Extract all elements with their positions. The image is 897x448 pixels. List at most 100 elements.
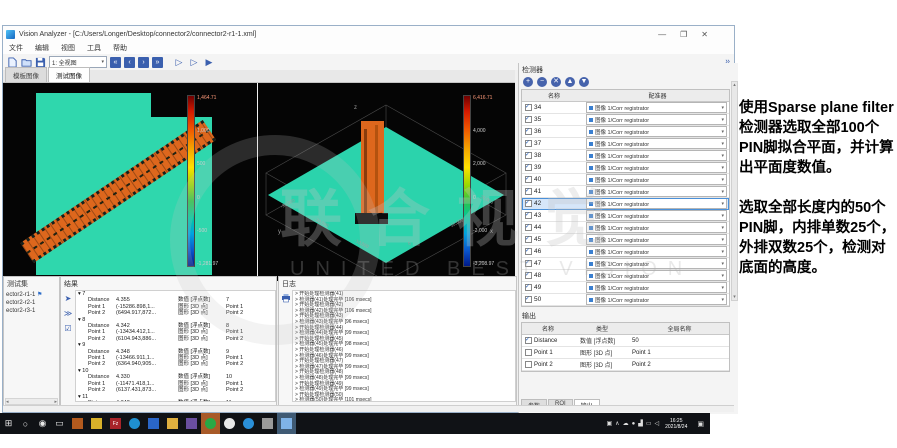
detector-checkbox[interactable] bbox=[525, 188, 532, 195]
run-all-icon[interactable]: ≫ bbox=[64, 309, 72, 318]
menu-item[interactable]: 视图 bbox=[55, 43, 81, 53]
tray-icon[interactable]: ∧ bbox=[615, 420, 619, 427]
taskbar-system-button[interactable]: ◉ bbox=[34, 413, 51, 434]
taskbar-app-button[interactable] bbox=[125, 413, 144, 434]
close-button[interactable]: ✕ bbox=[701, 30, 708, 39]
detector-checkbox[interactable] bbox=[525, 284, 532, 291]
registrator-select[interactable]: 图像 1/Corr registrator ▾ bbox=[586, 258, 727, 269]
tray-icon[interactable]: ▭ bbox=[646, 420, 652, 427]
taskbar-app-button[interactable] bbox=[163, 413, 182, 434]
detector-checkbox[interactable] bbox=[525, 224, 532, 231]
run-button[interactable]: ▷ bbox=[173, 56, 185, 68]
registrator-select[interactable]: 图像 1/Corr registrator ▾ bbox=[586, 234, 727, 245]
taskbar-system-button[interactable]: ▭ bbox=[51, 413, 68, 434]
detector-row[interactable]: 45 图像 1/Corr registrator ▾ bbox=[522, 234, 729, 246]
run-button[interactable]: ▶ bbox=[203, 56, 215, 68]
detector-row[interactable]: 34 图像 1/Corr registrator ▾ bbox=[522, 102, 729, 114]
detector-row[interactable]: 49 图像 1/Corr registrator ▾ bbox=[522, 282, 729, 294]
testset-item[interactable]: ector2-r1-1 ⚑ bbox=[4, 290, 59, 299]
registrator-select[interactable]: 图像 1/Corr registrator ▾ bbox=[586, 114, 727, 125]
detector-row[interactable]: 43 图像 1/Corr registrator ▾ bbox=[522, 210, 729, 222]
registrator-select[interactable]: 图像 1/Corr registrator ▾ bbox=[586, 270, 727, 281]
taskbar-app-button[interactable] bbox=[68, 413, 87, 434]
run-test-icon[interactable]: ➤ bbox=[65, 294, 72, 303]
detector-row[interactable]: 50 图像 1/Corr registrator ▾ bbox=[522, 294, 729, 306]
detector-row[interactable]: 42 图像 1/Corr registrator ▾ bbox=[522, 198, 729, 210]
output-row[interactable]: Point 1 图形 [3D 点] Point 1 bbox=[522, 347, 729, 359]
output-checkbox[interactable] bbox=[525, 361, 532, 368]
tray-icon[interactable]: ▣ bbox=[607, 420, 613, 427]
taskbar-system-button[interactable]: ○ bbox=[17, 413, 34, 434]
run-button[interactable]: ▷ bbox=[188, 56, 200, 68]
registrator-select[interactable]: 图像 1/Corr registrator ▾ bbox=[586, 162, 727, 173]
nav-image-button[interactable]: « bbox=[110, 57, 121, 68]
detector-checkbox[interactable] bbox=[525, 200, 532, 207]
new-file-icon[interactable] bbox=[7, 57, 18, 68]
registrator-select[interactable]: 图像 1/Corr registrator ▾ bbox=[586, 294, 727, 305]
taskbar-app-button[interactable]: Fz bbox=[106, 413, 125, 434]
tray-icon[interactable]: ▟ bbox=[638, 420, 643, 427]
open-folder-icon[interactable] bbox=[21, 57, 32, 68]
detector-checkbox[interactable] bbox=[525, 212, 532, 219]
detector-checkbox[interactable] bbox=[525, 236, 532, 243]
detector-checkbox[interactable] bbox=[525, 104, 532, 111]
menu-item[interactable]: 帮助 bbox=[107, 43, 133, 53]
tray-icon[interactable]: ● bbox=[632, 421, 636, 427]
detector-checkbox[interactable] bbox=[525, 128, 532, 135]
menu-item[interactable]: 编辑 bbox=[29, 43, 55, 53]
menu-item[interactable]: 工具 bbox=[81, 43, 107, 53]
result-line[interactable]: Distance 4.342 数值 [浮点数] 11 bbox=[76, 400, 275, 402]
detector-row[interactable]: 44 图像 1/Corr registrator ▾ bbox=[522, 222, 729, 234]
output-checkbox[interactable] bbox=[525, 349, 532, 356]
detector-row[interactable]: 48 图像 1/Corr registrator ▾ bbox=[522, 270, 729, 282]
viewport-top-view[interactable]: 1,464.71 1,000 500 0 -500 -1,281.97 bbox=[3, 83, 257, 281]
detector-row[interactable]: 39 图像 1/Corr registrator ▾ bbox=[522, 162, 729, 174]
registrator-select[interactable]: 图像 1/Corr registrator ▾ bbox=[586, 198, 727, 209]
registrator-select[interactable]: 图像 1/Corr registrator ▾ bbox=[586, 102, 727, 113]
detector-checkbox[interactable] bbox=[525, 260, 532, 267]
detector-row[interactable]: 47 图像 1/Corr registrator ▾ bbox=[522, 258, 729, 270]
notification-center-button[interactable]: ▣ bbox=[693, 420, 708, 428]
detector-checkbox[interactable] bbox=[525, 176, 532, 183]
maximize-button[interactable]: ❐ bbox=[680, 30, 687, 39]
detector-row[interactable]: 35 图像 1/Corr registrator ▾ bbox=[522, 114, 729, 126]
output-row[interactable]: Point 2 图形 [3D 点] Point 2 bbox=[522, 359, 729, 371]
detector-toolbar-button[interactable]: ▲ bbox=[565, 77, 575, 87]
testset-item[interactable]: ector2-r2-1 ⚑ bbox=[4, 299, 59, 307]
registrator-select[interactable]: 图像 1/Corr registrator ▾ bbox=[586, 126, 727, 137]
registrator-select[interactable]: 图像 1/Corr registrator ▾ bbox=[586, 210, 727, 221]
taskbar-app-button[interactable] bbox=[182, 413, 201, 434]
nav-image-button[interactable]: » bbox=[152, 57, 163, 68]
image-tab[interactable]: 模板图像 bbox=[5, 67, 47, 82]
nav-image-button[interactable]: › bbox=[138, 57, 149, 68]
testset-hscrollbar[interactable]: ◂▸ bbox=[5, 398, 58, 405]
registrator-select[interactable]: 图像 1/Corr registrator ▾ bbox=[586, 186, 727, 197]
registrator-select[interactable]: 图像 1/Corr registrator ▾ bbox=[586, 138, 727, 149]
detector-row[interactable]: 46 图像 1/Corr registrator ▾ bbox=[522, 246, 729, 258]
registrator-select[interactable]: 图像 1/Corr registrator ▾ bbox=[586, 150, 727, 161]
report-icon[interactable]: ☑ bbox=[64, 324, 71, 333]
registrator-select[interactable]: 图像 1/Corr registrator ▾ bbox=[586, 246, 727, 257]
detector-scrollbar[interactable]: ▴▾ bbox=[731, 81, 738, 301]
taskbar-app-button[interactable] bbox=[277, 413, 296, 434]
detector-toolbar-button[interactable]: − bbox=[537, 77, 547, 87]
tray-icon[interactable]: ◁ bbox=[655, 420, 660, 427]
menu-item[interactable]: 文件 bbox=[3, 43, 29, 53]
detector-toolbar-button[interactable]: ✕ bbox=[551, 77, 561, 87]
image-tab[interactable]: 测试图像 bbox=[48, 67, 90, 82]
detector-row[interactable]: 37 图像 1/Corr registrator ▾ bbox=[522, 138, 729, 150]
save-icon[interactable] bbox=[35, 57, 46, 68]
output-checkbox[interactable] bbox=[525, 337, 532, 344]
registrator-select[interactable]: 图像 1/Corr registrator ▾ bbox=[586, 174, 727, 185]
nav-image-button[interactable]: ‹ bbox=[124, 57, 135, 68]
detector-checkbox[interactable] bbox=[525, 152, 532, 159]
taskbar-system-button[interactable]: ⊞ bbox=[0, 413, 17, 434]
detector-row[interactable]: 41 图像 1/Corr registrator ▾ bbox=[522, 186, 729, 198]
detector-checkbox[interactable] bbox=[525, 296, 532, 303]
detector-toolbar-button[interactable]: + bbox=[523, 77, 533, 87]
minimize-button[interactable]: — bbox=[658, 30, 666, 39]
taskbar-app-button[interactable] bbox=[201, 413, 220, 434]
registrator-select[interactable]: 图像 1/Corr registrator ▾ bbox=[586, 222, 727, 233]
output-row[interactable]: Distance 数值 [浮点数] 50 bbox=[522, 335, 729, 347]
detector-row[interactable]: 38 图像 1/Corr registrator ▾ bbox=[522, 150, 729, 162]
